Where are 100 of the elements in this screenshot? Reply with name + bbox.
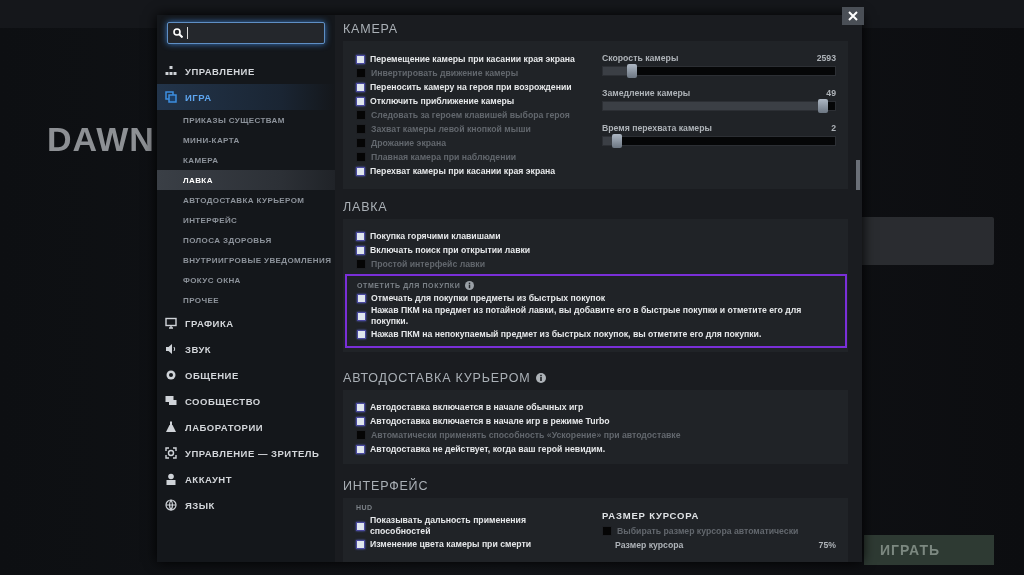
sidebar-item[interactable]: УПРАВЛЕНИЕ [157, 58, 335, 84]
slider-thumb[interactable] [818, 99, 829, 113]
info-icon[interactable] [465, 280, 475, 290]
checkbox[interactable] [356, 138, 366, 148]
checkbox-label: Показывать дальность применения способностей [370, 515, 527, 537]
checkbox[interactable] [356, 231, 365, 241]
sidebar-subitem[interactable]: ПОЛОСА ЗДОРОВЬЯ [157, 230, 335, 250]
sidebar-item[interactable]: ЯЗЫК [157, 492, 335, 518]
sidebar-subitem[interactable]: ИНТЕРФЕЙС [157, 210, 335, 230]
section-title: АВТОДОСТАВКА КУРЬЕРОМ [343, 371, 531, 385]
slider-track[interactable] [602, 136, 836, 146]
sidebar-subitem[interactable]: ЛАВКА [157, 170, 335, 190]
menu-icon [165, 499, 177, 511]
sidebar-item[interactable]: ОБЩЕНИЕ [157, 362, 335, 388]
checkbox-label: Выбирать размер курсора автоматически [617, 525, 799, 537]
sidebar-item[interactable]: АККАУНТ [157, 466, 335, 492]
sidebar-subitem[interactable]: МИНИ-КАРТА [157, 130, 335, 150]
checkbox[interactable] [356, 152, 366, 162]
section-title: ИНТЕРФЕЙС [343, 477, 430, 495]
menu-icon [165, 421, 177, 433]
slider-track[interactable] [602, 101, 836, 111]
search-icon [173, 28, 183, 38]
menu-icon [165, 343, 177, 355]
checkbox-label: Отключить приближение камеры [370, 95, 515, 107]
sidebar-item[interactable]: ГРАФИКА [157, 310, 335, 336]
slider-value: 49 [826, 88, 836, 100]
slider-label: Скорость камеры [602, 53, 679, 65]
checkbox-label: Простой интерфейс лавки [371, 258, 486, 270]
sidebar-subitem[interactable]: ФОКУС ОКНА [157, 270, 335, 290]
close-button[interactable] [842, 7, 864, 25]
section-title: ЛАВКА [343, 199, 389, 216]
checkbox[interactable] [356, 110, 366, 120]
checkbox[interactable] [356, 259, 366, 269]
checkbox-label: Автодоставка включается в начале игр в режиме Turbo [370, 415, 610, 427]
checkbox-label: Плавная камера при наблюдении [371, 151, 517, 163]
checkbox[interactable] [356, 245, 365, 255]
checkbox[interactable] [357, 293, 366, 303]
menu-icon [165, 369, 177, 381]
checkbox[interactable] [357, 329, 366, 339]
checkbox-label: Нажав ПКМ на предмет из потайной лавки, вы добавите его в быстрые покупки и отметите его для покупки. [371, 305, 803, 327]
checkbox[interactable] [356, 54, 365, 64]
checkbox-label: Переносить камеру на героя при возрождении [370, 81, 572, 93]
checkbox[interactable] [356, 521, 365, 531]
checkbox[interactable] [356, 539, 365, 549]
slider-value: 2593 [816, 53, 836, 65]
sidebar-item[interactable]: СООБЩЕСТВО [157, 388, 335, 414]
checkbox-label: Отмечать для покупки предметы из быстрых покупок [371, 292, 606, 304]
checkbox-label: Покупка горячими клавишами [370, 230, 501, 242]
slider-track[interactable] [602, 66, 836, 76]
sidebar-subitem[interactable]: ПРОЧЕЕ [157, 290, 335, 310]
checkbox[interactable] [356, 96, 365, 106]
checkbox[interactable] [357, 311, 366, 321]
checkbox-label: Изменение цвета камеры при смерти [370, 538, 532, 550]
slider-value: 75% [818, 540, 836, 552]
hero-name: DAWN [47, 120, 155, 159]
sidebar-item[interactable]: ЛАБОРАТОРИИ [157, 414, 335, 440]
checkbox[interactable] [356, 402, 365, 412]
checkbox-label: Автодоставка включается в начале обычных игр [370, 401, 584, 413]
scrollbar-thumb[interactable] [856, 160, 860, 190]
sidebar-subitem[interactable]: АВТОДОСТАВКА КУРЬЕРОМ [157, 190, 335, 210]
menu-icon [165, 317, 177, 329]
play-button[interactable]: ИГРАТЬ [864, 535, 994, 565]
checkbox[interactable] [356, 68, 366, 78]
checkbox-label: Включать поиск при открытии лавки [370, 244, 531, 256]
checkbox-label: Следовать за героем клавишей выбора героя [371, 109, 570, 121]
slider-value: 2 [831, 123, 836, 135]
close-icon [848, 11, 858, 21]
checkbox[interactable] [356, 124, 366, 134]
section-title: КАМЕРА [343, 21, 399, 38]
checkbox[interactable] [602, 526, 612, 536]
menu-icon [165, 65, 177, 77]
group-title: РАЗМЕР КУРСОРА [602, 510, 701, 523]
checkbox-label: Нажав ПКМ на непокупаемый предмет из быстрых покупок, вы отметите его для покупки. [371, 328, 762, 340]
search-field[interactable] [167, 22, 325, 44]
menu-icon [165, 91, 177, 103]
slider-label: Замедление камеры [602, 88, 691, 100]
checkbox-label: Инвертировать движение камеры [371, 67, 519, 79]
checkbox[interactable] [356, 444, 365, 454]
sidebar-subitem[interactable]: ПРИКАЗЫ СУЩЕСТВАМ [157, 110, 335, 130]
sidebar-item[interactable]: УПРАВЛЕНИЕ — ЗРИТЕЛЬ [157, 440, 335, 466]
menu-icon [165, 395, 177, 407]
checkbox-label: Перехват камеры при касании края экрана [370, 165, 556, 177]
checkbox[interactable] [356, 416, 365, 426]
checkbox[interactable] [356, 82, 365, 92]
checkbox[interactable] [356, 430, 366, 440]
sidebar-subitem[interactable]: ВНУТРИИГРОВЫЕ УВЕДОМЛЕНИЯ [157, 250, 335, 270]
sidebar-item[interactable]: ЗВУК [157, 336, 335, 362]
checkbox-label: Автодоставка не действует, когда ваш герой невидим. [370, 443, 606, 455]
info-icon[interactable] [536, 373, 547, 383]
menu-icon [165, 473, 177, 485]
slider-thumb[interactable] [611, 134, 622, 148]
slider-label: Размер курсора [615, 540, 684, 552]
slider-label: Время перехвата камеры [602, 123, 712, 135]
sidebar-subitem[interactable]: КАМЕРА [157, 150, 335, 170]
checkbox-label: Дрожание экрана [371, 137, 446, 149]
checkbox[interactable] [356, 166, 365, 176]
checkbox-label: Захват камеры левой кнопкой мыши [371, 123, 531, 135]
checkbox-label: Автоматически применять способность «Ускорение» при автодоставке [371, 429, 681, 441]
slider-thumb[interactable] [627, 64, 638, 78]
checkbox-label: Перемещение камеры при касании края экрана [370, 53, 575, 65]
